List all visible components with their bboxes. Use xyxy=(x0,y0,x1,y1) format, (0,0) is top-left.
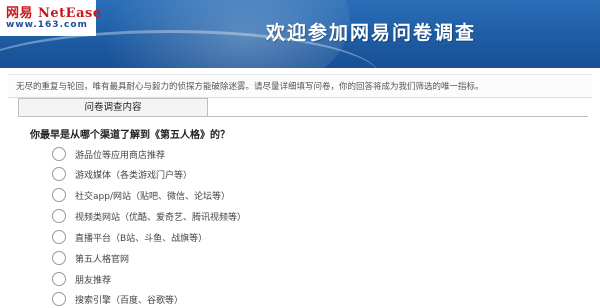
netease-logo[interactable]: 网易 NetEase www.163.com xyxy=(0,0,101,36)
page-title: 欢迎参加网易问卷调查 xyxy=(266,22,477,44)
radio-button[interactable] xyxy=(52,251,66,265)
option-label: 游戏媒体（各类游戏门户等） xyxy=(75,171,193,181)
radio-button[interactable] xyxy=(52,230,66,244)
option-label: 朋友推荐 xyxy=(75,276,112,286)
question-title: 你最早是从哪个渠道了解到《第五人格》的？ xyxy=(30,130,230,141)
radio-button[interactable] xyxy=(52,272,66,286)
radio-button[interactable] xyxy=(52,209,66,223)
logo-text: 网易 NetEase xyxy=(6,6,102,21)
option-label: 直播平台（B站、斗鱼、战旗等） xyxy=(75,234,208,244)
option-label: 社交app/网站（贴吧、微信、论坛等） xyxy=(75,192,230,202)
header-banner: 网易 NetEase www.163.com 欢迎参加网易问卷调查 xyxy=(0,0,600,68)
radio-button[interactable] xyxy=(52,167,66,181)
option-label: 游品位等应用商店推荐 xyxy=(75,151,166,161)
option-label: 第五人格官网 xyxy=(75,255,130,265)
tab-bar: 问卷调查内容 xyxy=(18,98,588,117)
option-label: 视频类网站（优酷、爱奇艺、腾讯视频等） xyxy=(75,213,247,223)
radio-button[interactable] xyxy=(52,147,66,161)
logo-url: www.163.com xyxy=(6,20,88,30)
tab-survey-content[interactable]: 问卷调查内容 xyxy=(18,98,208,116)
radio-button[interactable] xyxy=(52,292,66,306)
intro-panel: 无尽的重复与轮回，唯有最具耐心与毅力的侦探方能破除迷雾。请尽量详细填写问卷，你的… xyxy=(8,74,592,98)
intro-text: 无尽的重复与轮回，唯有最具耐心与毅力的侦探方能破除迷雾。请尽量详细填写问卷，你的… xyxy=(16,82,484,92)
radio-button[interactable] xyxy=(52,188,66,202)
